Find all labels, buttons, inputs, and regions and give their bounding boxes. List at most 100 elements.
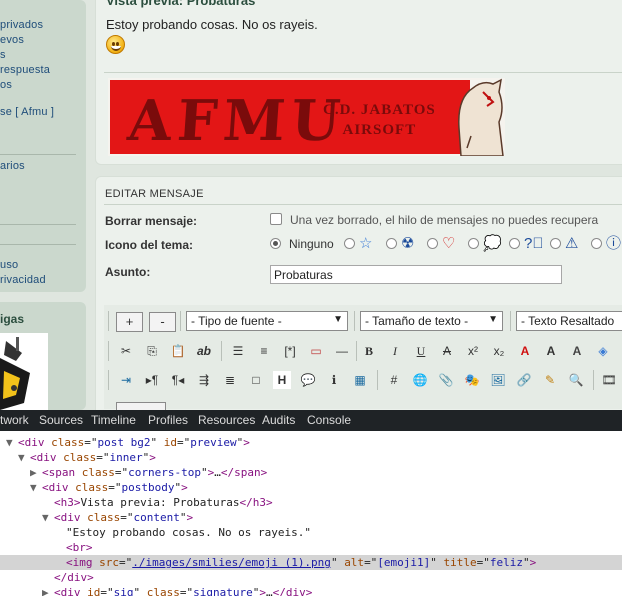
sidebar-link-privacidad[interactable]: rivacidad [0, 274, 46, 286]
list-item-icon[interactable]: [*] [281, 342, 299, 360]
topic-icon-radio-none[interactable] [270, 238, 281, 249]
dom-tree-row[interactable]: ▼ <div class="content"> [0, 510, 622, 525]
info-icon: ⓘ [606, 235, 622, 252]
dom-tree-row[interactable]: ▶ <div id="sig" class="signature">…</div… [0, 585, 622, 596]
ltr-icon[interactable]: ▸¶ [143, 371, 161, 389]
image-icon[interactable]: 🖼 [489, 371, 507, 389]
horizontal-rule-icon[interactable]: — [333, 342, 351, 360]
table-icon[interactable]: ▦ [351, 371, 369, 389]
blank-box-icon[interactable]: □ [247, 371, 265, 389]
strikethrough-icon[interactable]: A [438, 342, 456, 360]
info-box-icon[interactable]: ℹ [325, 371, 343, 389]
dom-tree-row[interactable]: ▶ <span class="corners-top">…</span> [0, 465, 622, 480]
dom-attr-value: postbody [121, 481, 175, 494]
delete-checkbox[interactable] [270, 213, 282, 225]
rtl-icon[interactable]: ¶◂ [169, 371, 187, 389]
sidebar-link-respuesta[interactable]: respuesta [0, 64, 50, 76]
sidebar-link-uso[interactable]: uso [0, 259, 18, 271]
dom-tree-row[interactable]: ▼ <div class="inner"> [0, 450, 622, 465]
copy-icon[interactable]: ⎘ [143, 342, 161, 360]
dom-tag: > [243, 436, 250, 449]
sidebar-logo [0, 333, 48, 410]
insert-icon[interactable]: ⇥ [117, 371, 135, 389]
dom-tree-row[interactable]: <h3>Vista previa: Probaturas</h3> [0, 495, 622, 510]
numbered-list-icon[interactable]: ≡ [255, 342, 273, 360]
indent-icon[interactable]: ⇶ [195, 371, 213, 389]
banner-club-text: C.D. JABATOS AIRSOFT [323, 100, 436, 140]
font-type-select[interactable]: - Tipo de fuente - ▼ [186, 311, 348, 331]
topic-icon-radio-radioactive[interactable] [386, 238, 397, 249]
superscript-icon[interactable]: x² [464, 342, 482, 360]
font-size-increase-button[interactable]: + [116, 312, 143, 332]
tab-network[interactable]: twork [0, 413, 29, 427]
bold-icon[interactable]: B [360, 342, 378, 360]
italic-icon[interactable]: I [386, 342, 404, 360]
dom-tag: <div [54, 586, 81, 596]
dom-tree-row[interactable]: "Estoy probando cosas. No os rayeis." [0, 525, 622, 540]
more-button[interactable] [116, 402, 166, 410]
link-icon[interactable]: 🔗 [515, 371, 533, 389]
toolbar-separator [108, 370, 109, 390]
sidebar-divider [0, 224, 76, 225]
text-shadow-icon[interactable]: A [568, 342, 586, 360]
dom-tree-row[interactable]: <br> [0, 540, 622, 555]
font-size-decrease-button[interactable]: - [149, 312, 176, 332]
flash-icon[interactable]: 🎭 [463, 371, 481, 389]
video-icon[interactable]: 🎞 [600, 371, 618, 389]
dom-tree-row[interactable]: <img src="./images/smilies/emoji (1).png… [0, 555, 622, 570]
underline-icon[interactable]: U [412, 342, 430, 360]
tab-sources[interactable]: Sources [39, 413, 83, 427]
sidebar-link-privados[interactable]: privados [0, 19, 43, 31]
sidebar-link-arios[interactable]: arios [0, 160, 25, 172]
toolbar-separator [354, 311, 355, 331]
attachment-icon[interactable]: 📎 [437, 371, 455, 389]
dom-tree-row[interactable]: ▼ <div class="post bg2" id="preview"> [0, 435, 622, 450]
tab-console[interactable]: Console [307, 413, 351, 427]
sidebar-link-nuevos[interactable]: evos [0, 34, 24, 46]
tab-audits[interactable]: Audits [262, 413, 295, 427]
dom-end-tag: </div> [272, 586, 313, 596]
page-icon[interactable]: ▭ [307, 342, 325, 360]
dom-tree-row[interactable]: ▼ <div class="postbody"> [0, 480, 622, 495]
question-icon: ?⃝ [524, 235, 544, 252]
star-icon: ☆ [359, 235, 373, 252]
topic-icon-radio-speech[interactable] [468, 238, 479, 249]
heading-icon[interactable]: H [273, 371, 291, 389]
format-text-icon[interactable]: ab [195, 342, 213, 360]
topic-icon-radio-warning[interactable] [550, 238, 561, 249]
dom-tag: > [181, 481, 188, 494]
sidebar-link-afmu[interactable]: se [ Afmu ] [0, 106, 54, 118]
dom-attr-value: signature [193, 586, 253, 596]
dom-end-tag: </span> [220, 466, 268, 479]
quote-icon[interactable]: ✎ [541, 371, 559, 389]
hash-icon[interactable]: # [385, 371, 403, 389]
toolbar-separator [108, 341, 109, 361]
subscript-icon[interactable]: x₂ [490, 342, 508, 360]
align-icon[interactable]: ≣ [221, 371, 239, 389]
topic-icon-radio-question[interactable] [509, 238, 520, 249]
tab-profiles[interactable]: Profiles [148, 413, 188, 427]
font-size-select[interactable]: - Tamaño de texto - ▼ [360, 311, 503, 331]
fill-color-icon[interactable]: ◈ [594, 342, 612, 360]
paste-icon[interactable]: 📋 [169, 342, 187, 360]
sidebar-link-s[interactable]: s [0, 49, 6, 61]
tab-timeline[interactable]: Timeline [91, 413, 136, 427]
highlight-select[interactable]: - Texto Resaltado [516, 311, 622, 331]
topic-icon-radio-star[interactable] [344, 238, 355, 249]
cut-icon[interactable]: ✂ [117, 342, 135, 360]
dom-tree-row[interactable]: </div> [0, 570, 622, 585]
topic-icon-radio-heart[interactable] [427, 238, 438, 249]
bullet-list-icon[interactable]: ☰ [229, 342, 247, 360]
topic-icon-radio-info[interactable] [591, 238, 602, 249]
search-icon[interactable]: 🔍 [567, 371, 585, 389]
text-color-icon[interactable]: A [516, 342, 534, 360]
dom-attr-name: class [63, 451, 97, 464]
boar-mascot-icon [458, 78, 504, 156]
subject-input[interactable]: Probaturas [270, 265, 562, 284]
emoticon-icon[interactable]: 💬 [299, 371, 317, 389]
sidebar-link-os[interactable]: os [0, 79, 12, 91]
globe-icon[interactable]: 🌐 [411, 371, 429, 389]
tab-resources[interactable]: Resources [198, 413, 255, 427]
text-glow-icon[interactable]: A [542, 342, 560, 360]
toolbar-separator [356, 341, 357, 361]
